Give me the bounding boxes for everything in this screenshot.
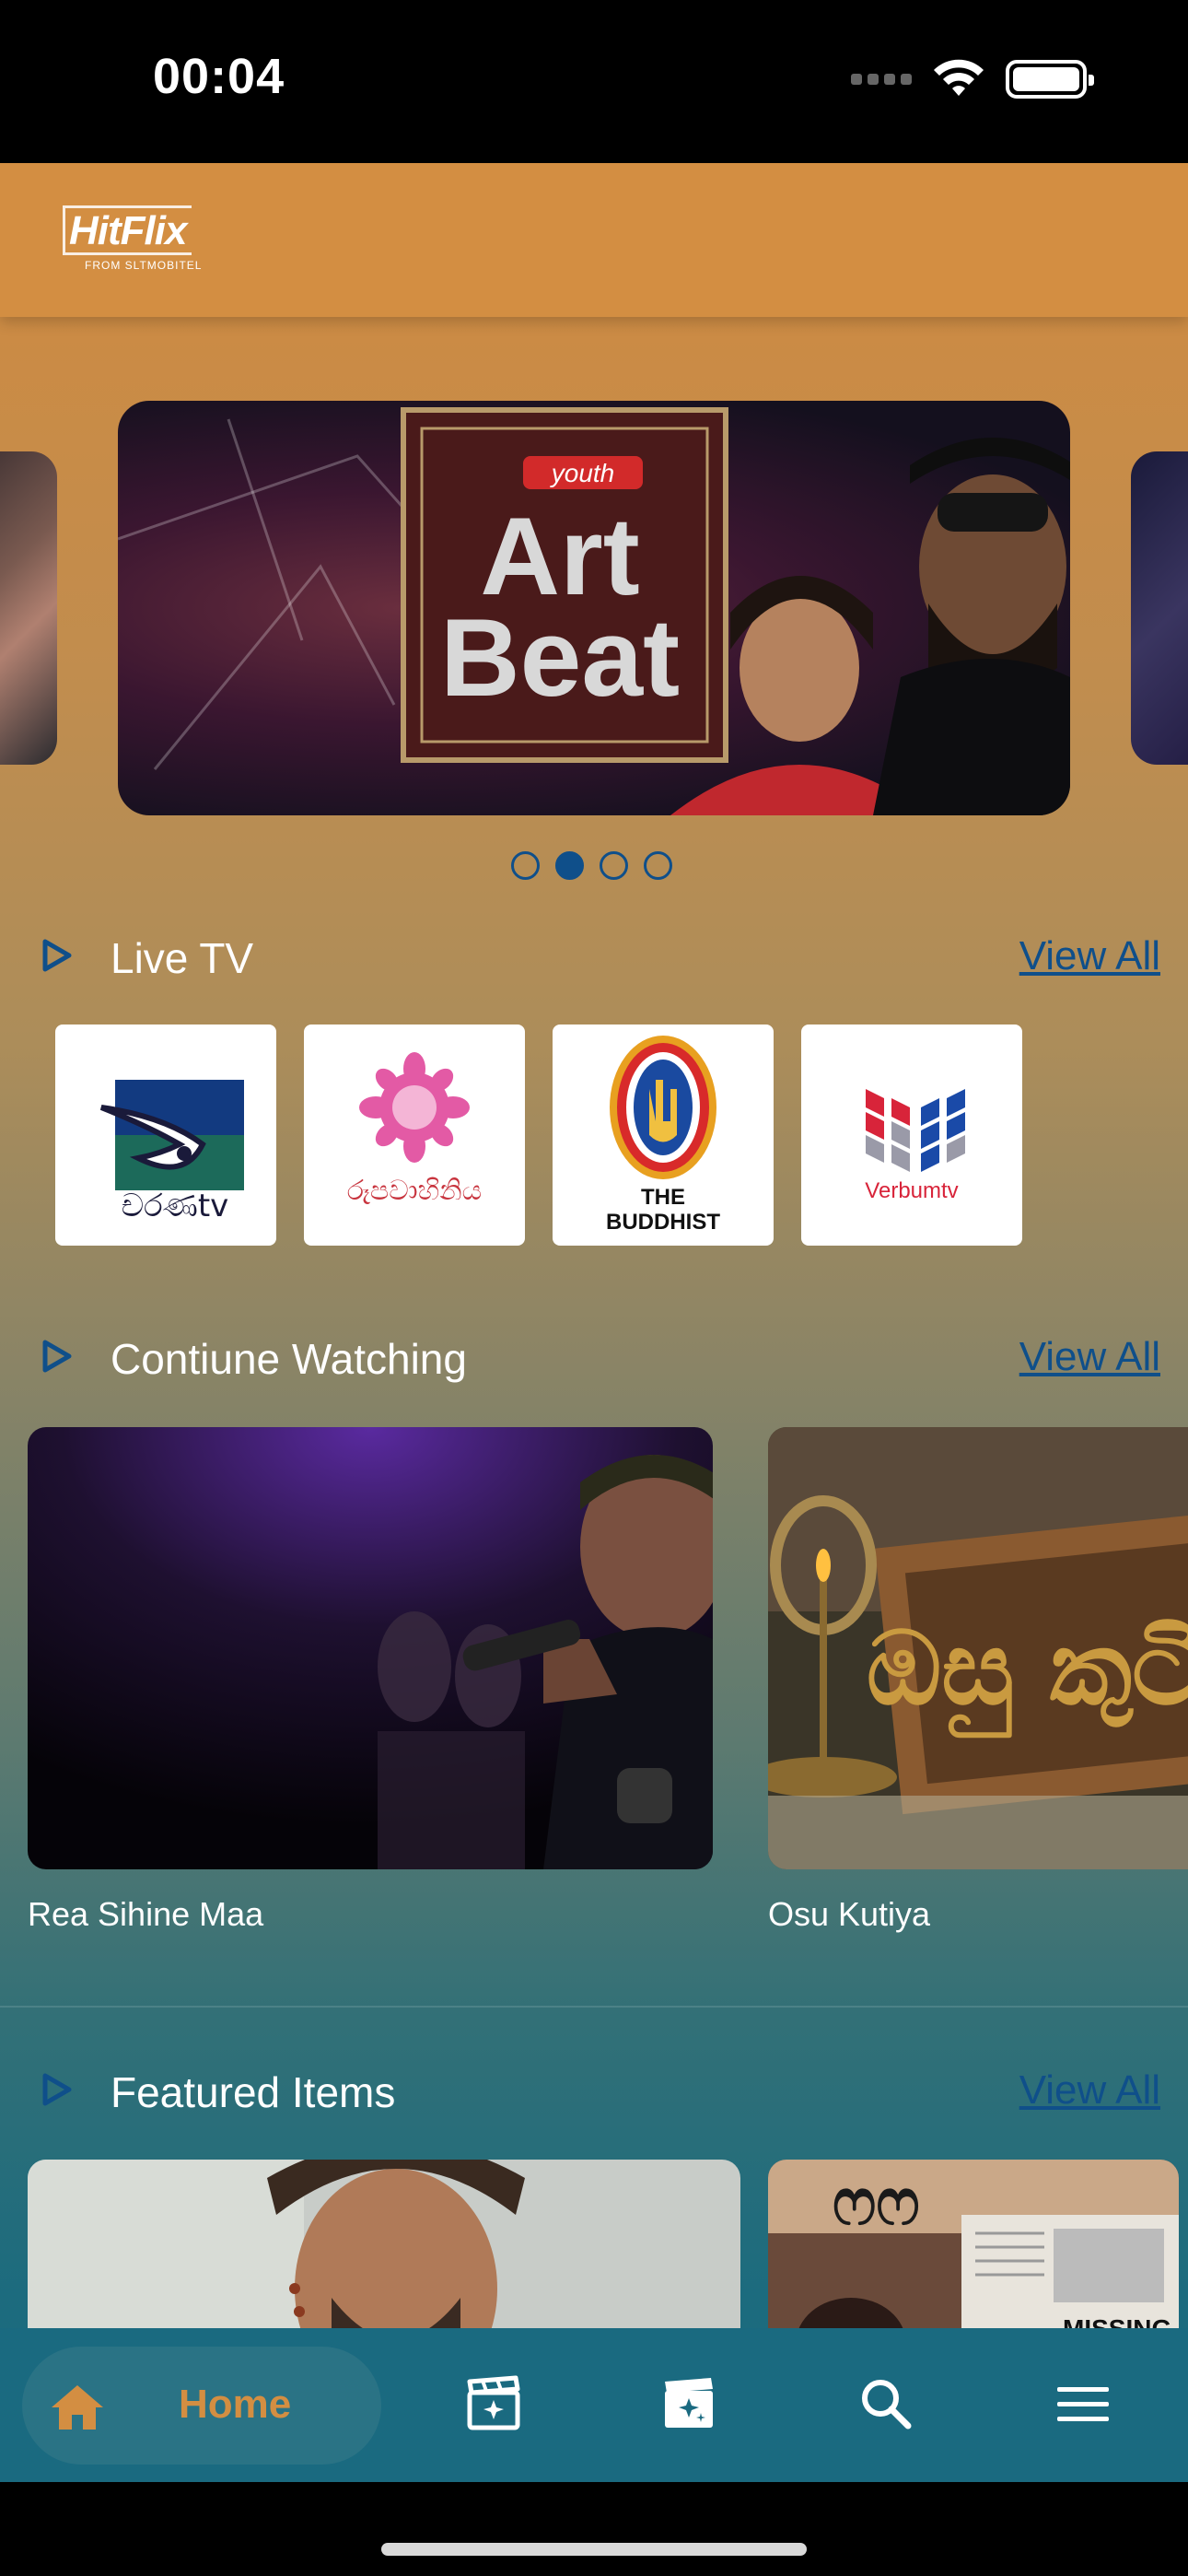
pagination-dot-active[interactable] bbox=[555, 851, 584, 880]
status-icons bbox=[851, 59, 1094, 100]
tv-shows-icon[interactable] bbox=[659, 2374, 718, 2433]
channel-card-charana[interactable]: චරණtv bbox=[55, 1025, 276, 1246]
featured-item-card[interactable]: ෆෆ MISSING bbox=[768, 2160, 1179, 2344]
section-title: Featured Items bbox=[111, 2068, 396, 2116]
hero-slide-previous[interactable] bbox=[0, 451, 57, 765]
pagination-dot[interactable] bbox=[600, 851, 628, 880]
continue-watching-card[interactable]: ඔසු කුටිය bbox=[768, 1427, 1188, 1869]
home-icon bbox=[52, 2385, 103, 2430]
home-indicator[interactable] bbox=[381, 2543, 807, 2556]
poster-text: ඔසු කුටිය bbox=[867, 1610, 1188, 1738]
featured-items-header: Featured Items View All bbox=[41, 2062, 1160, 2117]
section-divider bbox=[0, 2006, 1188, 2008]
channel-logo-text: Verbumtv bbox=[865, 1178, 958, 1203]
section-title: Contiune Watching bbox=[111, 1335, 467, 1383]
hero-title-line2: Beat bbox=[440, 596, 680, 720]
movies-icon[interactable] bbox=[464, 2374, 523, 2433]
home-indicator-area bbox=[0, 2482, 1188, 2576]
carousel-pagination bbox=[511, 851, 672, 880]
the-buddhist-logo: THE BUDDHIST bbox=[606, 1036, 720, 1235]
charana-tv-logo: චරණtv bbox=[99, 1080, 244, 1224]
wifi-icon bbox=[934, 59, 984, 96]
status-time: 00:04 bbox=[153, 49, 285, 104]
continue-watching-title[interactable]: Rea Sihine Maa bbox=[28, 1895, 263, 1934]
play-outline-icon bbox=[42, 2073, 72, 2106]
continue-watching-title[interactable]: Osu Kutiya bbox=[768, 1895, 930, 1934]
rupavahini-logo: රූපවාහිනිය bbox=[347, 1052, 482, 1207]
channel-logo-text-1: THE bbox=[641, 1185, 685, 1210]
pagination-dot[interactable] bbox=[644, 851, 672, 880]
hero-artwork: youth Art Beat bbox=[118, 407, 1070, 815]
nav-home-button[interactable]: Home bbox=[22, 2347, 381, 2465]
continue-watching-card[interactable] bbox=[28, 1427, 713, 1869]
hitflix-logo[interactable]: HitFlix FROM SLTMOBITEL bbox=[63, 205, 202, 272]
cellular-signal-icon bbox=[851, 74, 912, 85]
view-all-continue-watching-link[interactable]: View All bbox=[1019, 1334, 1160, 1380]
pagination-dot[interactable] bbox=[511, 851, 540, 880]
featured-item-card[interactable] bbox=[28, 2160, 740, 2344]
rea-sihine-maa-thumbnail bbox=[28, 1427, 713, 1869]
menu-icon[interactable] bbox=[1054, 2374, 1112, 2433]
battery-icon bbox=[1006, 60, 1094, 99]
featured-item-thumbnail: ෆෆ MISSING bbox=[768, 2160, 1179, 2344]
hero-slide-next[interactable] bbox=[1131, 451, 1188, 765]
hero-title-small: youth bbox=[550, 459, 615, 487]
osu-kutiya-thumbnail: ඔසු කුටිය bbox=[768, 1427, 1188, 1869]
play-outline-icon bbox=[42, 1340, 72, 1373]
verbum-tv-logo: Verbumtv bbox=[865, 1089, 965, 1203]
continue-watching-header: Contiune Watching View All bbox=[41, 1329, 1160, 1384]
channel-card-verbum[interactable]: Verbumtv bbox=[801, 1025, 1022, 1246]
view-all-live-tv-link[interactable]: View All bbox=[1019, 933, 1160, 979]
channel-logo-text: රූපවාහිනිය bbox=[347, 1175, 482, 1207]
bottom-navigation: Home bbox=[0, 2328, 1188, 2482]
search-icon[interactable] bbox=[856, 2374, 915, 2433]
play-outline-icon bbox=[42, 939, 72, 972]
status-bar: 00:04 bbox=[0, 0, 1188, 163]
channel-card-the-buddhist[interactable]: THE BUDDHIST bbox=[553, 1025, 774, 1246]
svg-text:ෆෆ: ෆෆ bbox=[833, 2164, 920, 2240]
hero-slide-active[interactable]: youth Art Beat bbox=[118, 401, 1070, 815]
app-header: HitFlix FROM SLTMOBITEL bbox=[0, 163, 1188, 317]
featured-item-thumbnail bbox=[28, 2160, 740, 2344]
section-title: Live TV bbox=[111, 934, 254, 982]
live-tv-header: Live TV View All bbox=[41, 928, 1160, 983]
live-tv-list: චරණtv රූපවාහිනිය THE BUDDHIST Verbumtv bbox=[55, 1025, 1022, 1246]
channel-logo-text: චරණtv bbox=[122, 1188, 229, 1224]
view-all-featured-link[interactable]: View All bbox=[1019, 2067, 1160, 2113]
nav-home-label: Home bbox=[179, 2382, 292, 2427]
app-screen: HitFlix FROM SLTMOBITEL youth Art Beat L… bbox=[0, 163, 1188, 2482]
channel-card-rupavahini[interactable]: රූපවාහිනිය bbox=[304, 1025, 525, 1246]
channel-logo-text-2: BUDDHIST bbox=[606, 1210, 720, 1235]
